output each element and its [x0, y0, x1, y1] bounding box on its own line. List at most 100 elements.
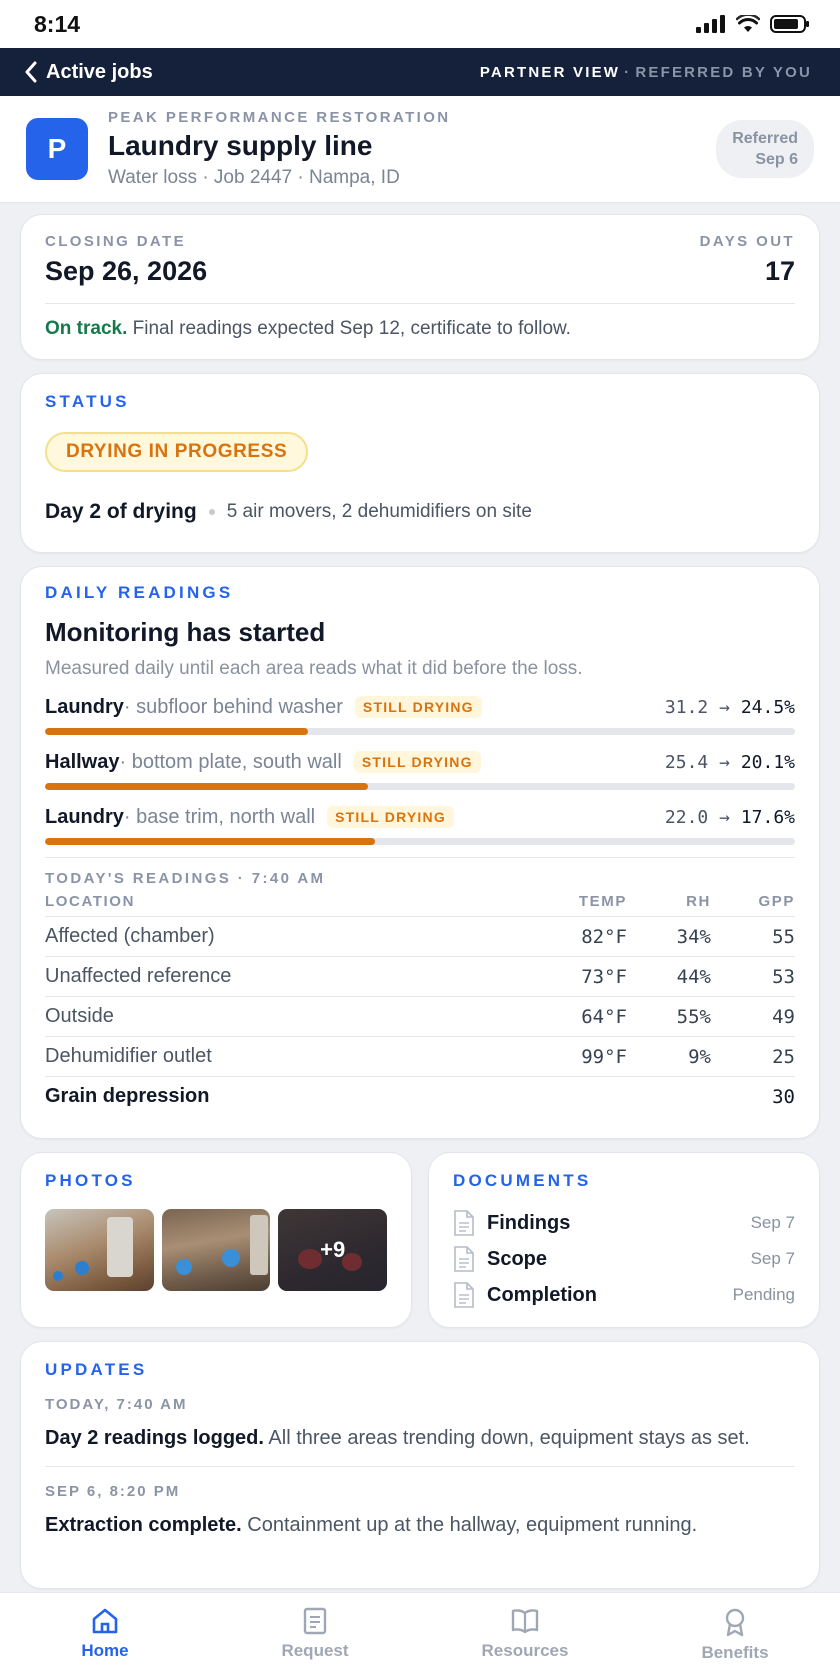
on-track-label: On track. [45, 318, 128, 339]
area-reading: 22.0 → 17.6% [665, 807, 795, 828]
back-label: Active jobs [46, 60, 153, 83]
readings-table: LOCATION TEMP RH GPP Affected (chamber) … [45, 893, 795, 1117]
reading-arrow: → [719, 696, 730, 718]
area-reading: 25.4 → 20.1% [665, 752, 795, 773]
documents-label: DOCUMENTS [453, 1171, 592, 1190]
progress-fill [45, 838, 375, 845]
document-item[interactable]: Completion Pending [453, 1277, 795, 1313]
cell-gpp: 55 [711, 916, 795, 957]
table-header-row: LOCATION TEMP RH GPP [45, 893, 795, 917]
cell-location: Unaffected reference [45, 956, 517, 997]
referred-badge-date: Sep 6 [755, 151, 798, 168]
cell-temp: 73°F [517, 956, 627, 997]
table-row: Dehumidifier outlet 99°F 9% 25 [45, 1036, 795, 1077]
tab-benefits[interactable]: Benefits [630, 1593, 840, 1680]
progress-fill [45, 728, 308, 735]
photo-thumbnail[interactable] [161, 1209, 271, 1291]
reading-to: 17.6% [740, 806, 795, 828]
column-header-gpp: GPP [711, 893, 795, 917]
reading-to: 20.1% [740, 751, 795, 773]
area-reading: 31.2 → 24.5% [665, 697, 795, 718]
table-row: Affected (chamber) 82°F 34% 55 [45, 916, 795, 957]
file-icon [454, 1282, 474, 1308]
tab-label: Benefits [701, 1643, 769, 1662]
moisture-area: Laundry · base trim, north wall STILL DRY… [45, 802, 795, 845]
photos-card: PHOTOS +9 [20, 1152, 412, 1328]
referred-badge-line1: Referred [732, 130, 798, 147]
progress-bar [45, 783, 795, 790]
reading-arrow: → [719, 751, 730, 773]
tab-label: Request [281, 1641, 349, 1660]
update-title: Extraction complete. [45, 1514, 242, 1536]
column-header-temp: TEMP [517, 893, 627, 917]
cell-temp: 82°F [517, 916, 627, 957]
area-detail: · bottom plate, south wall [119, 750, 342, 773]
document-status: Pending [732, 1285, 795, 1304]
reading-from: 22.0 [664, 806, 709, 828]
referred-by-label: REFERRED BY YOU [635, 63, 812, 81]
more-photos-count: +9 [278, 1209, 388, 1291]
update-item: SEP 6, 8:20 PM Extraction complete. Cont… [45, 1483, 795, 1541]
update-text: Day 2 readings logged. All three areas t… [45, 1423, 795, 1454]
area-room: Hallway [45, 750, 120, 773]
bullet-separator [208, 509, 215, 515]
days-out-value: 17 [764, 256, 795, 286]
job-info: PEAK PERFORMANCE RESTORATION Laundry sup… [108, 109, 451, 189]
back-button[interactable]: Active jobs [24, 61, 153, 84]
moisture-area: Laundry · subfloor behind washer STILL DR… [45, 692, 795, 735]
drying-day: Day 2 of drying [45, 500, 197, 523]
update-timestamp: TODAY, 7:40 AM [45, 1396, 188, 1413]
drying-day-line: Day 2 of drying 5 air movers, 2 dehumidi… [45, 500, 795, 524]
update-timestamp: SEP 6, 8:20 PM [45, 1483, 181, 1500]
tab-request[interactable]: Request [210, 1593, 420, 1680]
cell-rh: 9% [627, 1036, 711, 1077]
photo-thumbnails: +9 [45, 1209, 388, 1291]
document-icon [303, 1607, 327, 1635]
still-drying-tag: STILL DRYING [354, 696, 482, 718]
daily-readings-card: DAILY READINGS Monitoring has started Me… [20, 566, 820, 1139]
document-item[interactable]: Scope Sep 7 [453, 1241, 795, 1277]
status-time: 8:14 [34, 10, 81, 37]
tab-resources[interactable]: Resources [420, 1593, 630, 1680]
reading-from: 25.4 [664, 751, 709, 773]
award-icon [725, 1608, 745, 1637]
file-icon [454, 1246, 474, 1272]
cell-temp: 99°F [517, 1036, 627, 1077]
cell-gpp: 53 [711, 956, 795, 997]
battery-icon [770, 15, 809, 33]
job-header: P PEAK PERFORMANCE RESTORATION Laundry s… [0, 96, 840, 203]
file-icon [454, 1210, 474, 1236]
readings-description: Measured daily until each area reads wha… [45, 658, 583, 679]
document-item[interactable]: Findings Sep 7 [453, 1205, 795, 1241]
photo-thumbnail[interactable] [45, 1209, 154, 1291]
cell-gpp: 25 [711, 1036, 795, 1077]
cell-location: Affected (chamber) [45, 916, 517, 957]
updates-card: UPDATES TODAY, 7:40 AM Day 2 readings lo… [20, 1341, 820, 1589]
divider [45, 1466, 795, 1467]
tab-label: Home [81, 1641, 129, 1660]
job-title: Laundry supply line [108, 130, 373, 161]
closing-date-label: CLOSING DATE [45, 233, 187, 250]
readings-label: DAILY READINGS [45, 583, 234, 602]
photo-thumbnail-more[interactable]: +9 [278, 1209, 388, 1291]
todays-readings-label: TODAY'S READINGS · 7:40 AM [45, 870, 326, 887]
moisture-areas: Laundry · subfloor behind washer STILL DR… [45, 692, 795, 845]
reading-from: 31.2 [664, 696, 709, 718]
chevron-left-icon [25, 61, 37, 83]
cell-temp [517, 1077, 627, 1117]
equipment-summary: 5 air movers, 2 dehumidifiers on site [226, 501, 532, 522]
area-detail: · base trim, north wall [123, 805, 316, 828]
nav-bar: Active jobs PARTNER VIEW · REFERRED BY YOU [0, 48, 840, 96]
cell-rh: 44% [627, 956, 711, 997]
closing-note: On track. Final readings expected Sep 12… [45, 318, 795, 340]
column-header-rh: RH [627, 893, 711, 917]
update-title: Day 2 readings logged. [45, 1427, 264, 1449]
column-header-location: LOCATION [45, 893, 517, 917]
document-date: Sep 7 [750, 1249, 795, 1268]
document-name: Findings [487, 1211, 571, 1234]
moisture-area: Hallway · bottom plate, south wall STILL … [45, 747, 795, 790]
photos-label: PHOTOS [45, 1171, 136, 1190]
update-body: All three areas trending down, equipment… [263, 1427, 750, 1449]
tab-home[interactable]: Home [0, 1593, 210, 1680]
update-text: Extraction complete. Containment up at t… [45, 1510, 795, 1541]
